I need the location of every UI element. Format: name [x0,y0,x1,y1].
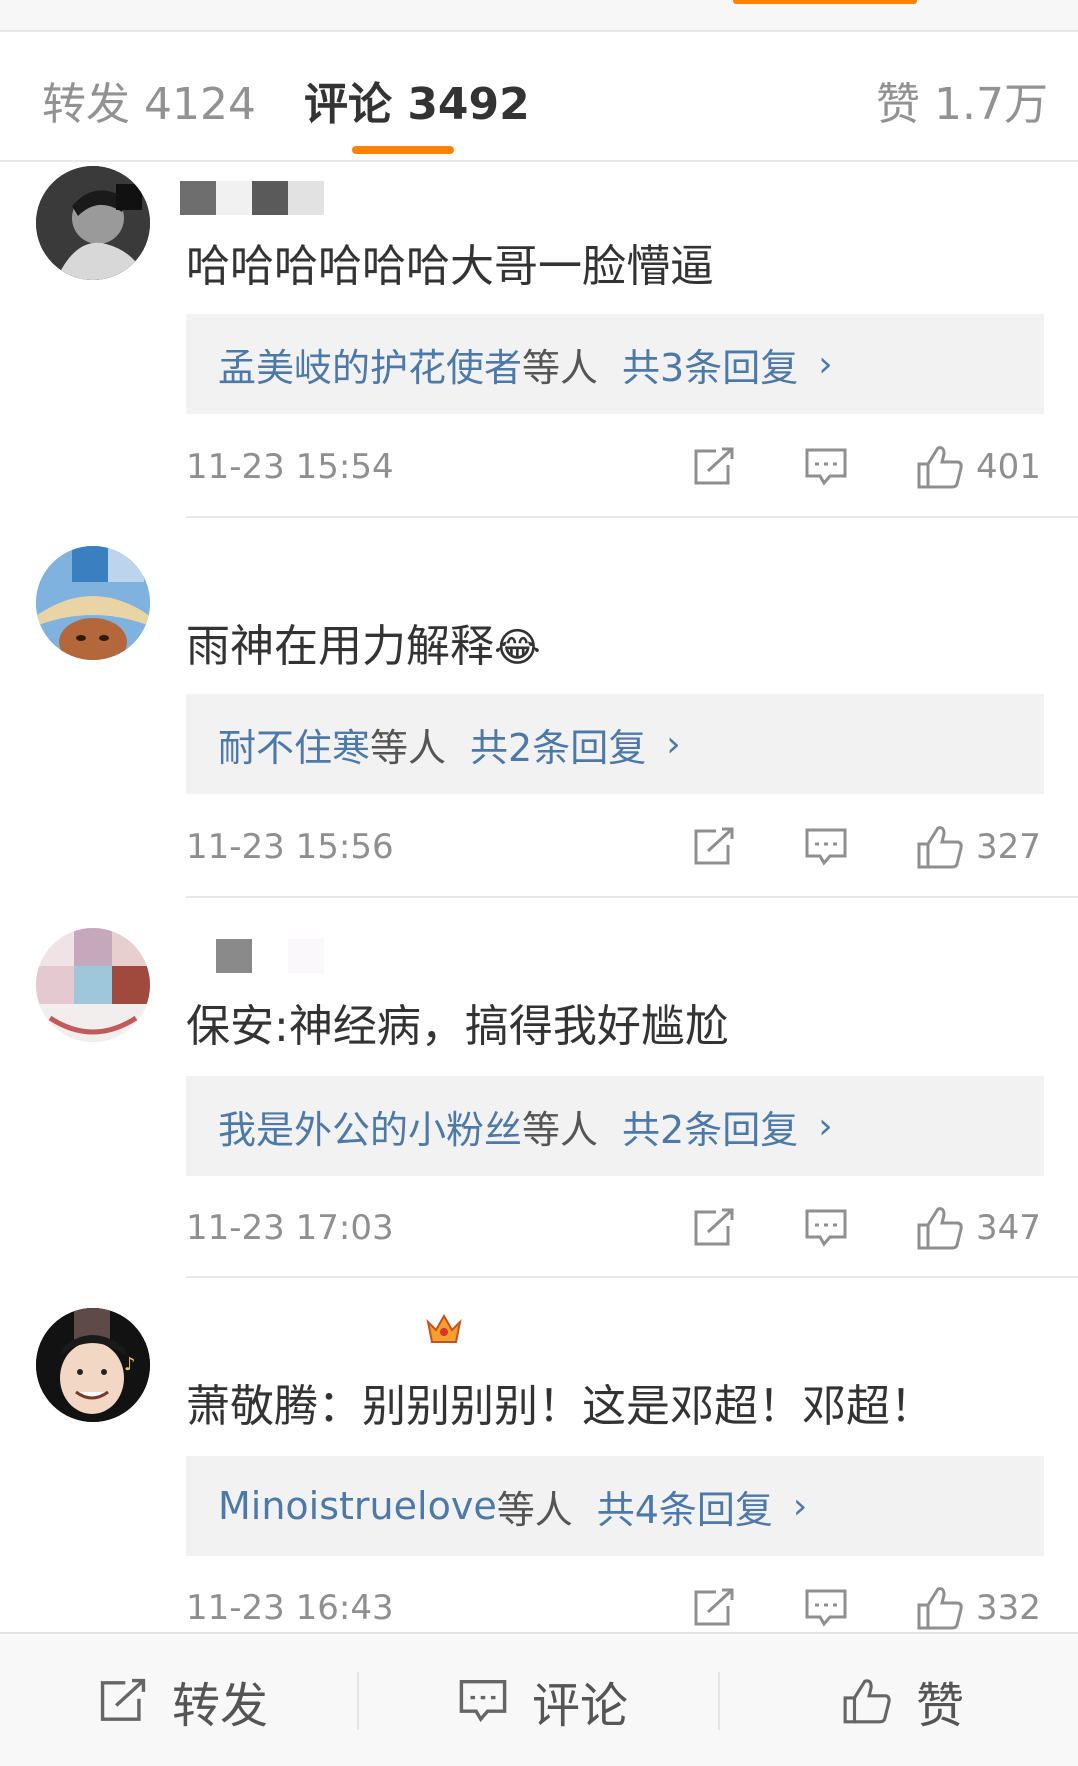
share-icon [100,1678,146,1721]
comment-meta: 11-23 17:03 347 [186,1204,1046,1254]
like-count: 332 [976,1588,1041,1628]
avatar[interactable] [36,928,150,1042]
like-button[interactable]: 347 [916,1204,1041,1252]
comment-time: 11-23 16:43 [186,1588,394,1628]
username-masked[interactable] [180,1310,464,1350]
thumbs-up-icon [917,446,963,489]
bottom-separator [357,1672,359,1730]
share-button[interactable] [692,443,736,491]
username-masked[interactable] [180,178,324,218]
reply-count[interactable]: 共3条回复 [622,337,798,392]
share-icon [694,1208,734,1246]
comment-text: 雨神在用力解释😂 [186,610,541,674]
bottom-comment-label: 评论 [532,1678,629,1734]
bottom-comment-button[interactable]: 评论 [458,1634,628,1766]
thumbs-up-icon [843,1679,891,1724]
share-button[interactable] [692,1204,736,1252]
reply-button[interactable] [804,1584,848,1632]
comment-text: 保安:神经病，搞得我好尴尬 [186,1001,729,1052]
replier-name[interactable]: Minoistruelove [218,1484,497,1528]
divider [186,516,1078,518]
tab-repost[interactable]: 转发 4124 [42,68,256,132]
comment-time: 11-23 15:56 [186,827,394,867]
reply-count[interactable]: 共2条回复 [470,717,646,772]
avatar[interactable] [36,166,150,280]
comment-meta: 11-23 15:54 401 [186,443,1046,493]
avatar[interactable]: ♪ [36,1308,150,1422]
replies-preview[interactable]: 我是外公的小粉丝 等人 共2条回复 › [186,1076,1044,1176]
tab-comments[interactable]: 评论 3492 [304,68,530,132]
bottom-like-button[interactable]: 赞 [842,1634,964,1766]
bottom-repost-label: 转发 [172,1678,269,1734]
comment-icon [805,1589,847,1627]
like-count: 401 [976,447,1041,487]
comment-text: 萧敬腾：别别别别！这是邓超！邓超！ [186,1381,934,1432]
reply-button[interactable] [804,443,848,491]
bottom-action-bar: 转发 评论 赞 [0,1632,1078,1766]
like-button[interactable]: 327 [916,823,1041,871]
comment-meta: 11-23 16:43 332 [186,1584,1046,1634]
comment-icon [459,1679,507,1723]
thumbs-up-icon [917,1207,963,1250]
tab-indicator [352,146,454,154]
comment-icon [805,828,847,866]
chevron-right-icon: › [666,723,681,765]
like-button[interactable]: 401 [916,443,1041,491]
crown-badge-icon [424,1308,464,1352]
replier-etc: 等人 [522,345,599,390]
comment-meta: 11-23 15:56 327 [186,823,1046,873]
comment-icon [805,1209,847,1247]
laughing-emoji-icon: 😂 [494,625,541,671]
bottom-separator [718,1672,720,1730]
reply-button[interactable] [804,823,848,871]
reply-count[interactable]: 共4条回复 [597,1479,773,1534]
replies-preview[interactable]: Minoistruelove 等人 共4条回复 › [186,1456,1044,1556]
replier-etc: 等人 [522,1107,599,1152]
thumbs-up-icon [917,826,963,869]
share-icon [694,447,734,485]
replier-name[interactable]: 耐不住寒 [218,717,370,772]
replier-etc: 等人 [496,1487,573,1532]
comment-text-body: 雨神在用力解释 [186,621,494,672]
like-count: 347 [976,1208,1041,1248]
replies-preview[interactable]: 耐不住寒 等人 共2条回复 › [186,694,1044,794]
bottom-like-label: 赞 [916,1678,965,1734]
chevron-right-icon: › [818,343,833,385]
share-icon [694,1588,734,1626]
bottom-repost-button[interactable]: 转发 [98,1634,268,1766]
tab-likes[interactable]: 赞 1.7万 [876,68,1048,132]
divider [186,1276,1078,1278]
thumbs-up-icon [917,1587,963,1630]
share-button[interactable] [692,823,736,871]
top-accent-bar [733,0,917,4]
top-strip [0,0,1078,32]
share-button[interactable] [692,1584,736,1632]
replier-name[interactable]: 孟美岐的护花使者 [218,337,522,392]
like-count: 327 [976,827,1041,867]
chevron-right-icon: › [792,1485,808,1527]
comment-time: 11-23 15:54 [186,447,394,487]
divider [186,896,1078,898]
tab-bar: 转发 4124 评论 3492 赞 1.7万 [0,34,1078,162]
svg-text:♪: ♪ [124,1354,136,1375]
comment-text: 哈哈哈哈哈哈大哥一脸懵逼 [186,241,714,292]
comment-icon [805,448,847,486]
replies-preview[interactable]: 孟美岐的护花使者 等人 共3条回复 › [186,314,1044,414]
reply-count[interactable]: 共2条回复 [622,1099,798,1154]
chevron-right-icon: › [818,1105,833,1147]
share-icon [694,827,734,865]
reply-button[interactable] [804,1204,848,1252]
avatar[interactable] [36,546,150,660]
replier-etc: 等人 [370,725,447,770]
replier-name[interactable]: 我是外公的小粉丝 [218,1099,522,1154]
username-masked[interactable] [180,936,324,976]
comment-time: 11-23 17:03 [186,1208,394,1248]
like-button[interactable]: 332 [916,1584,1041,1632]
